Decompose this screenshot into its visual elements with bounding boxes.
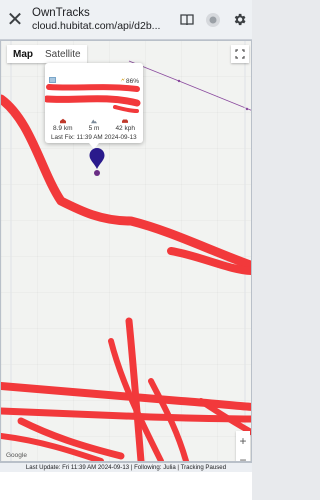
stat-speed: 42 kph — [115, 118, 135, 132]
title-block: OwnTracks cloud.hubitat.com/api/d2b... — [30, 7, 174, 32]
stat-altitude: 5 m — [88, 118, 100, 132]
page-bottom — [0, 472, 252, 500]
home-icon — [59, 118, 66, 124]
stat-speed-value: 42 kph — [115, 125, 135, 132]
app-header: ✕ OwnTracks cloud.hubitat.com/api/d2b... — [0, 0, 252, 40]
app-url[interactable]: cloud.hubitat.com/api/d2b... — [32, 20, 164, 32]
fullscreen-icon — [235, 49, 245, 59]
map-view[interactable]: Map Satellite 🗲 86% 8.9 km 5 m 42 kph La… — [0, 40, 252, 462]
zoom-in-button[interactable]: + — [239, 434, 246, 448]
gear-icon[interactable] — [226, 0, 252, 40]
google-logo: Google — [6, 452, 27, 459]
stat-distance-value: 8.9 km — [53, 125, 73, 132]
route-point — [177, 79, 181, 83]
info-window: 🗲 86% 8.9 km 5 m 42 kph Last Fix: 11:39 … — [45, 63, 143, 149]
location-marker-icon[interactable] — [88, 147, 106, 177]
fullscreen-button[interactable] — [231, 45, 249, 63]
stat-altitude-value: 5 m — [88, 125, 100, 132]
info-stats: 8.9 km 5 m 42 kph — [45, 118, 143, 132]
book-icon[interactable] — [174, 0, 200, 40]
zoom-out-button[interactable]: − — [239, 453, 246, 462]
route-point — [245, 107, 249, 111]
record-icon[interactable] — [200, 0, 226, 40]
stat-distance: 8.9 km — [53, 118, 73, 132]
route-line — [128, 60, 251, 111]
map-type-toggle: Map Satellite — [7, 45, 87, 63]
app-title: OwnTracks — [32, 6, 90, 19]
last-fix: Last Fix: 11:39 AM 2024-09-13 — [51, 134, 137, 141]
redaction-scribbles — [1, 94, 251, 461]
tab-map[interactable]: Map — [7, 45, 39, 63]
tab-satellite[interactable]: Satellite — [39, 45, 87, 63]
status-bar: Last Update: Fri 11:39 AM 2024-09-13 | F… — [0, 462, 252, 472]
info-redaction — [45, 84, 141, 113]
zoom-control: + − — [236, 431, 250, 462]
car-icon — [122, 119, 129, 123]
altitude-icon — [90, 119, 97, 124]
close-icon[interactable]: ✕ — [0, 0, 30, 40]
